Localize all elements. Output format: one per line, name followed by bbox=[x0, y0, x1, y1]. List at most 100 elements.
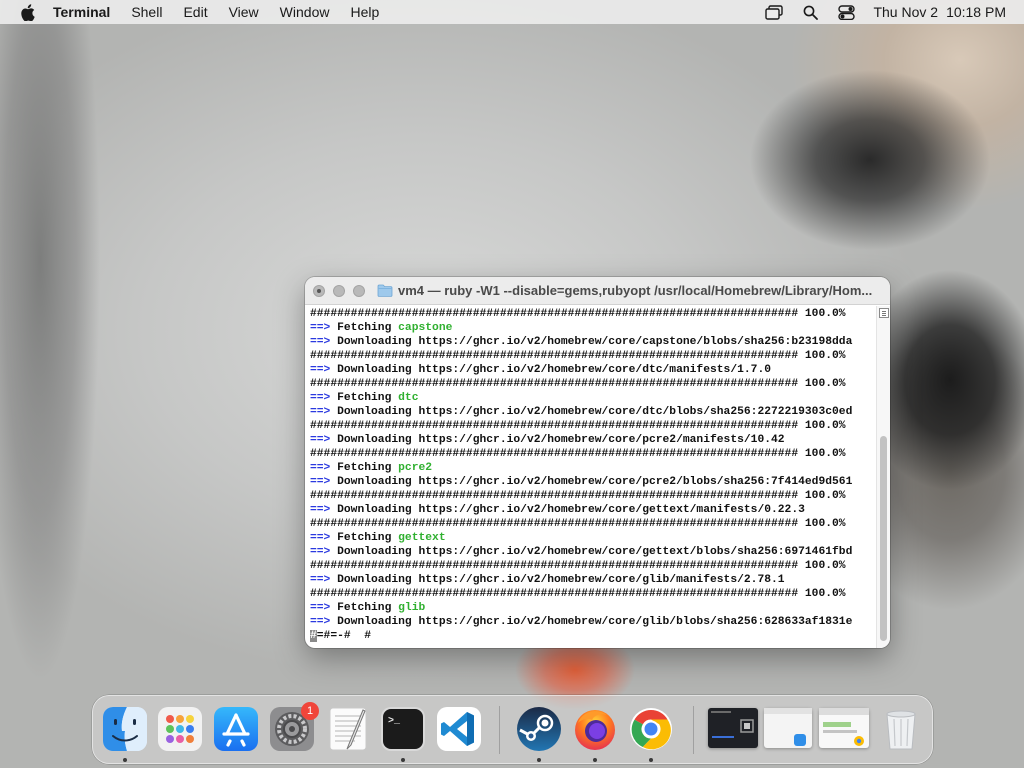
menu-view[interactable]: View bbox=[229, 4, 259, 20]
dock-separator bbox=[693, 706, 694, 754]
fetching-label: Fetching bbox=[337, 392, 392, 404]
split-pane-icon[interactable] bbox=[879, 308, 889, 318]
text-cursor: # bbox=[310, 630, 317, 642]
steam-icon[interactable] bbox=[516, 706, 562, 762]
clock-date: Thu Nov 2 bbox=[873, 4, 939, 20]
fetching-line: ==> Fetching glib bbox=[310, 601, 876, 615]
window-title-text: vm4 — ruby -W1 --disable=gems,rubyopt /u… bbox=[398, 283, 873, 298]
finder-icon[interactable] bbox=[102, 706, 148, 762]
menu-edit[interactable]: Edit bbox=[183, 4, 207, 20]
prompt-arrow: ==> bbox=[310, 476, 331, 488]
download-url: Downloading https://ghcr.io/v2/homebrew/… bbox=[337, 504, 805, 516]
prompt-arrow: ==> bbox=[310, 616, 331, 628]
chrome-icon[interactable] bbox=[628, 706, 674, 762]
prompt-arrow: ==> bbox=[310, 504, 331, 516]
download-url: Downloading https://ghcr.io/v2/homebrew/… bbox=[337, 546, 853, 558]
menu-help[interactable]: Help bbox=[350, 4, 379, 20]
prompt-arrow: ==> bbox=[310, 546, 331, 558]
vscode-icon[interactable] bbox=[436, 706, 482, 752]
fetching-label: Fetching bbox=[337, 532, 392, 544]
dock: 1 >_ bbox=[92, 695, 933, 764]
downloading-line: ==> Downloading https://ghcr.io/v2/homeb… bbox=[310, 573, 876, 587]
progress-line: ########################################… bbox=[310, 350, 846, 362]
window-controls bbox=[313, 284, 365, 297]
trash-icon[interactable] bbox=[878, 706, 924, 752]
minimize-button[interactable] bbox=[333, 284, 345, 297]
downloading-line: ==> Downloading https://ghcr.io/v2/homeb… bbox=[310, 363, 876, 377]
menu-shell[interactable]: Shell bbox=[131, 4, 162, 20]
download-url: Downloading https://ghcr.io/v2/homebrew/… bbox=[337, 406, 853, 418]
downloading-line: ==> Downloading https://ghcr.io/v2/homeb… bbox=[310, 433, 876, 447]
download-url: Downloading https://ghcr.io/v2/homebrew/… bbox=[337, 364, 771, 376]
fetching-label: Fetching bbox=[337, 462, 392, 474]
minimized-window-chrome[interactable] bbox=[819, 708, 869, 748]
fetching-line: ==> Fetching dtc bbox=[310, 391, 876, 405]
fetching-label: Fetching bbox=[337, 322, 392, 334]
progress-spinner-text: =#=-# # bbox=[316, 630, 372, 642]
terminal-icon[interactable]: >_ bbox=[380, 706, 426, 762]
screen-mirroring-icon[interactable] bbox=[765, 3, 784, 21]
package-name: capstone bbox=[398, 322, 453, 334]
fetching-line: ==> Fetching capstone bbox=[310, 321, 876, 335]
terminal-window[interactable]: vm4 — ruby -W1 --disable=gems,rubyopt /u… bbox=[305, 277, 890, 648]
prompt-arrow: ==> bbox=[310, 462, 331, 474]
zoom-button[interactable] bbox=[353, 284, 365, 297]
download-url: Downloading https://ghcr.io/v2/homebrew/… bbox=[337, 336, 853, 348]
download-url: Downloading https://ghcr.io/v2/homebrew/… bbox=[337, 476, 853, 488]
scrollbar-thumb[interactable] bbox=[880, 436, 887, 641]
downloading-line: ==> Downloading https://ghcr.io/v2/homeb… bbox=[310, 503, 876, 517]
fetching-label: Fetching bbox=[337, 602, 392, 614]
firefox-icon[interactable] bbox=[572, 706, 618, 762]
package-name: pcre2 bbox=[398, 462, 433, 474]
terminal-output[interactable]: ########################################… bbox=[305, 306, 876, 648]
menu-bar: Terminal Shell Edit View Window Help Thu… bbox=[0, 0, 1024, 24]
window-title: vm4 — ruby -W1 --disable=gems,rubyopt /u… bbox=[377, 283, 872, 298]
launchpad-icon[interactable] bbox=[157, 706, 203, 752]
dock-separator bbox=[499, 706, 500, 754]
menu-window[interactable]: Window bbox=[280, 4, 330, 20]
control-center-icon[interactable] bbox=[837, 3, 855, 21]
close-button[interactable] bbox=[313, 284, 325, 297]
terminal-titlebar[interactable]: vm4 — ruby -W1 --disable=gems,rubyopt /u… bbox=[305, 277, 890, 305]
prompt-arrow: ==> bbox=[310, 602, 331, 614]
downloading-line: ==> Downloading https://ghcr.io/v2/homeb… bbox=[310, 615, 876, 629]
download-url: Downloading https://ghcr.io/v2/homebrew/… bbox=[337, 616, 853, 628]
downloading-line: ==> Downloading https://ghcr.io/v2/homeb… bbox=[310, 545, 876, 559]
clock-time: 10:18 PM bbox=[946, 4, 1006, 20]
textedit-icon[interactable] bbox=[325, 706, 371, 752]
progress-line: ########################################… bbox=[310, 518, 846, 530]
progress-line: ########################################… bbox=[310, 588, 846, 600]
progress-line: ########################################… bbox=[310, 560, 846, 572]
running-indicator bbox=[649, 758, 653, 762]
minimized-window-terminal[interactable] bbox=[708, 708, 758, 748]
prompt-arrow: ==> bbox=[310, 364, 331, 376]
folder-icon bbox=[377, 284, 393, 297]
fetching-line: ==> Fetching gettext bbox=[310, 531, 876, 545]
app-store-icon[interactable] bbox=[213, 706, 259, 752]
notification-badge: 1 bbox=[301, 702, 319, 720]
terminal-icon-prompt: >_ bbox=[388, 716, 401, 727]
system-settings-icon[interactable]: 1 bbox=[269, 702, 319, 752]
progress-line: ########################################… bbox=[310, 490, 846, 502]
prompt-arrow: ==> bbox=[310, 574, 331, 586]
running-indicator bbox=[537, 758, 541, 762]
progress-line: ########################################… bbox=[310, 448, 846, 460]
running-indicator bbox=[593, 758, 597, 762]
spotlight-search-icon[interactable] bbox=[801, 3, 819, 21]
running-indicator bbox=[401, 758, 405, 762]
fetching-line: ==> Fetching pcre2 bbox=[310, 461, 876, 475]
apple-menu-icon[interactable] bbox=[18, 3, 36, 21]
minimized-window-finder[interactable] bbox=[764, 708, 812, 748]
progress-line: ########################################… bbox=[310, 378, 846, 390]
prompt-arrow: ==> bbox=[310, 532, 331, 544]
current-progress-line: #=#=-# # bbox=[310, 629, 876, 643]
menu-app-name[interactable]: Terminal bbox=[53, 4, 110, 20]
menu-bar-clock[interactable]: Thu Nov 2 10:18 PM bbox=[873, 4, 1006, 20]
download-url: Downloading https://ghcr.io/v2/homebrew/… bbox=[337, 574, 785, 586]
terminal-scrollbar[interactable] bbox=[876, 306, 890, 648]
prompt-arrow: ==> bbox=[310, 406, 331, 418]
progress-line: ########################################… bbox=[310, 308, 846, 320]
package-name: glib bbox=[398, 602, 426, 614]
progress-line: ########################################… bbox=[310, 420, 846, 432]
package-name: dtc bbox=[398, 392, 419, 404]
